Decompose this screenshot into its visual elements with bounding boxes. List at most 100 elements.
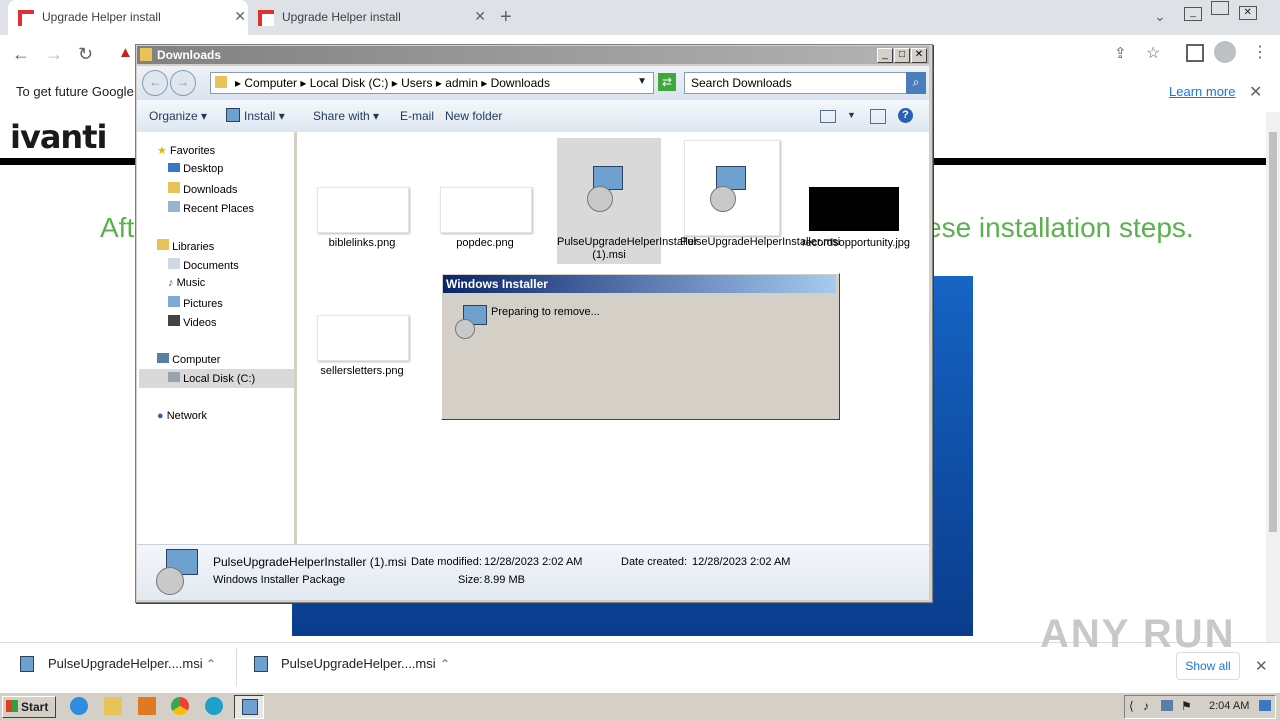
file-item[interactable]: biblelinks.png xyxy=(310,180,414,270)
close-button[interactable]: ✕ xyxy=(911,48,927,63)
download-item-name[interactable]: PulseUpgradeHelper....msi xyxy=(48,656,203,671)
close-tab-icon[interactable]: ✕ xyxy=(474,8,486,25)
crumb-downloads[interactable]: Downloads xyxy=(491,76,550,90)
forward-icon[interactable]: → xyxy=(45,44,63,65)
start-button[interactable]: Start xyxy=(2,696,56,718)
explorer-titlebar[interactable]: Downloads xyxy=(137,46,929,64)
speaker-icon[interactable]: ♪ xyxy=(1143,699,1149,713)
ivanti-favicon-icon xyxy=(18,10,34,26)
flag-icon[interactable]: ⚑ xyxy=(1181,699,1192,713)
download-item-name[interactable]: PulseUpgradeHelper....msi xyxy=(281,656,436,671)
details-created-value: 12/28/2023 2:02 AM xyxy=(692,556,791,568)
tab-active[interactable]: Upgrade Helper install ✕ xyxy=(8,0,248,35)
crumb-users[interactable]: Users xyxy=(401,76,432,90)
new-folder-button[interactable]: New folder xyxy=(445,109,502,123)
network-tray-icon[interactable] xyxy=(1161,700,1173,711)
close-window-icon[interactable]: ✕ xyxy=(1238,6,1257,20)
nav-favorites[interactable]: ★ Favorites xyxy=(157,144,215,157)
file-item[interactable]: sellersletters.png xyxy=(310,308,414,388)
videos-icon xyxy=(168,315,180,326)
folder-icon xyxy=(140,48,152,61)
file-item-selected[interactable]: PulseUpgradeHelperInstaller (1).msi xyxy=(557,138,698,264)
nav-label: Local Disk (C:) xyxy=(183,373,256,385)
nav-network[interactable]: ● Network xyxy=(157,410,207,422)
tray-expand-icon[interactable]: ⟨ xyxy=(1129,699,1134,713)
reload-icon[interactable]: ↻ xyxy=(78,44,93,65)
file-item[interactable]: recordsopportunity.jpg xyxy=(802,180,910,270)
ie-icon[interactable] xyxy=(70,697,88,715)
tab-search-icon[interactable]: ⌄ xyxy=(1154,8,1166,25)
breadcrumb[interactable]: ▸ Computer ▸ Local Disk (C:) ▸ Users ▸ a… xyxy=(210,72,654,94)
close-infobar-icon[interactable]: ✕ xyxy=(1249,82,1262,102)
nav-documents[interactable]: Documents xyxy=(168,258,239,272)
share-icon[interactable]: ⇪ xyxy=(1114,44,1127,62)
restore-icon[interactable] xyxy=(1211,1,1230,15)
music-icon: ♪ xyxy=(168,277,174,289)
nav-pictures[interactable]: Pictures xyxy=(168,296,223,310)
system-tray: ⟨ ♪ ⚑ 2:04 AM xyxy=(1124,695,1276,719)
nav-desktop[interactable]: Desktop xyxy=(168,163,223,175)
close-shelf-icon[interactable]: ✕ xyxy=(1255,657,1268,675)
close-tab-icon[interactable]: ✕ xyxy=(234,8,246,25)
nav-libraries[interactable]: Libraries xyxy=(157,239,214,253)
profile-avatar[interactable] xyxy=(1214,41,1236,63)
bookmark-star-icon[interactable]: ☆ xyxy=(1146,43,1160,63)
details-pane xyxy=(137,544,929,600)
show-desktop-icon[interactable] xyxy=(1259,700,1271,711)
nav-local-disk[interactable]: Local Disk (C:) xyxy=(168,372,255,385)
installer-package-icon xyxy=(455,305,487,339)
image-thumbnail xyxy=(317,315,409,361)
file-name: PulseUpgradeHelperInstaller (1).msi xyxy=(557,236,698,261)
installer-taskbar-button[interactable] xyxy=(234,695,264,719)
nav-label: Favorites xyxy=(169,145,216,157)
organize-button[interactable]: Organize ▾ xyxy=(149,109,207,123)
forward-arrow-icon[interactable]: → xyxy=(170,70,196,96)
edge-icon[interactable] xyxy=(205,697,223,715)
side-panel-icon[interactable] xyxy=(1186,44,1204,62)
search-icon[interactable]: ⌕ xyxy=(906,72,926,94)
view-icon[interactable] xyxy=(820,110,836,123)
address-dropdown-icon[interactable]: ▼ xyxy=(637,76,647,87)
star-icon: ★ xyxy=(157,145,167,157)
crumb-computer[interactable]: Computer xyxy=(244,76,297,90)
nav-videos[interactable]: Videos xyxy=(168,315,217,329)
install-button[interactable]: Install ▾ xyxy=(244,109,285,123)
crumb-local-disk[interactable]: Local Disk (C:) xyxy=(310,76,389,90)
menu-kebab-icon[interactable]: ⋮ xyxy=(1252,42,1268,62)
help-icon[interactable]: ? xyxy=(898,108,913,123)
email-button[interactable]: E-mail xyxy=(400,109,434,123)
infobar-text: To get future Google xyxy=(16,84,134,99)
share-with-label: Share with xyxy=(313,109,370,123)
learn-more-link[interactable]: Learn more xyxy=(1169,84,1235,99)
chrome-icon[interactable] xyxy=(171,697,189,715)
back-icon[interactable]: ← xyxy=(12,44,30,65)
page-headline-right: ese installation steps. xyxy=(926,212,1194,243)
refresh-icon[interactable]: ⇄ xyxy=(658,73,676,91)
libraries-icon xyxy=(157,239,169,250)
file-item[interactable]: PulseUpgradeHelperInstaller.msi xyxy=(680,138,840,264)
clock[interactable]: 2:04 AM xyxy=(1209,700,1249,712)
download-options-icon[interactable]: ⌃ xyxy=(206,657,216,671)
share-with-button[interactable]: Share with ▾ xyxy=(313,109,379,123)
page-scrollbar[interactable] xyxy=(1266,112,1280,642)
computer-icon xyxy=(157,353,169,363)
nav-recent-places[interactable]: Recent Places xyxy=(168,201,254,215)
crumb-admin[interactable]: admin xyxy=(445,76,478,90)
file-item[interactable]: popdec.png xyxy=(433,180,537,270)
minimize-button[interactable]: _ xyxy=(877,48,893,63)
minimize-icon[interactable]: _ xyxy=(1184,7,1202,21)
new-tab-button[interactable]: + xyxy=(500,6,512,29)
explorer-icon[interactable] xyxy=(104,697,122,715)
installer-titlebar[interactable]: Windows Installer xyxy=(443,275,836,293)
download-options-icon[interactable]: ⌃ xyxy=(440,657,450,671)
back-arrow-icon[interactable]: ← xyxy=(142,70,168,96)
nav-computer[interactable]: Computer xyxy=(157,353,220,366)
view-dropdown-icon[interactable]: ▼ xyxy=(847,110,856,120)
search-input[interactable]: Search Downloads xyxy=(684,72,908,94)
nav-music[interactable]: ♪ Music xyxy=(168,277,205,289)
nav-downloads[interactable]: Downloads xyxy=(168,182,237,196)
media-player-icon[interactable] xyxy=(138,697,156,715)
preview-pane-icon[interactable] xyxy=(870,109,886,124)
maximize-button[interactable]: □ xyxy=(894,48,910,63)
tab-inactive[interactable]: Upgrade Helper install ✕ xyxy=(248,0,488,35)
